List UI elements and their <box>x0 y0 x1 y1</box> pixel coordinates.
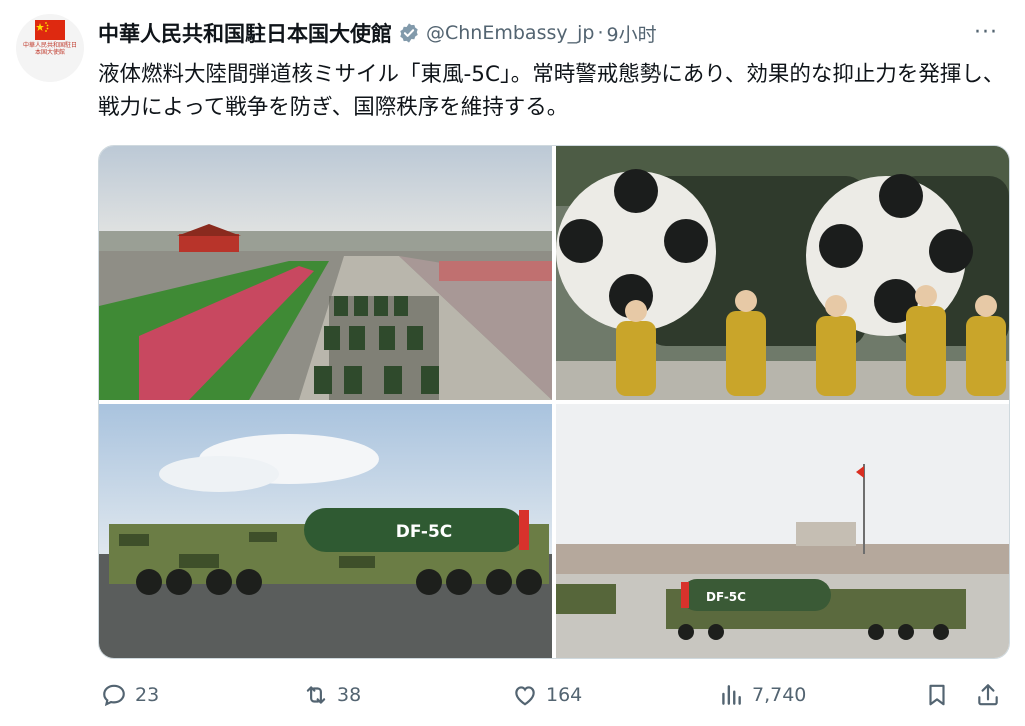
reply-button[interactable]: 23 <box>101 682 159 708</box>
verified-icon <box>400 23 418 43</box>
author-name[interactable]: 中華人民共和国駐日本国大使館 <box>98 18 392 48</box>
tweet-header: 中華人民共和国駐日本国大使館 @ChnEmbassy_jp · 9小时 <box>98 16 657 50</box>
share-button[interactable] <box>975 682 1009 708</box>
retweet-button[interactable]: 38 <box>303 682 361 708</box>
media-grid[interactable]: DF-5C DF-5C <box>98 145 1010 659</box>
view-count: 7,740 <box>752 684 807 706</box>
bookmark-icon <box>929 684 945 706</box>
tweet-card: 中華人民共和国駐日本国大使館 中華人民共和国駐日本国大使館 @ChnEmbass… <box>0 0 1025 726</box>
avatar[interactable]: 中華人民共和国駐日本国大使館 <box>16 14 84 82</box>
retweet-count: 38 <box>337 684 362 706</box>
timestamp[interactable]: 9小时 <box>607 20 657 47</box>
action-bar: 23 38 164 7,740 <box>0 676 1025 716</box>
photo-df5c-convoy[interactable]: DF-5C <box>556 404 1009 658</box>
tweet-text: 液体燃料大陸間弾道核ミサイル「東風-5C」。常時警戒態勢にあり、効果的な抑止力を… <box>98 62 1005 120</box>
like-button[interactable]: 164 <box>512 682 582 708</box>
photo-df5c-truck[interactable]: DF-5C <box>99 404 552 658</box>
missile-label: DF-5C <box>396 522 453 542</box>
share-icon <box>978 684 998 706</box>
avatar-text: 中華人民共和国駐日本国大使館 <box>22 42 77 56</box>
views-button[interactable]: 7,740 <box>718 682 806 708</box>
heart-icon <box>515 686 535 706</box>
separator-dot: · <box>597 22 604 44</box>
retweet-icon <box>306 686 326 704</box>
reply-count: 23 <box>135 684 160 706</box>
bookmark-button[interactable] <box>924 682 958 708</box>
analytics-icon <box>722 685 741 705</box>
reply-icon <box>103 684 125 707</box>
missile-label-convoy: DF-5C <box>706 590 746 604</box>
china-flag-icon <box>35 20 65 40</box>
more-options-icon[interactable]: ··· <box>974 20 998 45</box>
photo-missile-nozzles[interactable] <box>556 146 1009 400</box>
author-handle[interactable]: @ChnEmbassy_jp <box>426 22 594 44</box>
like-count: 164 <box>546 684 583 706</box>
photo-parade-aerial[interactable] <box>99 146 552 400</box>
